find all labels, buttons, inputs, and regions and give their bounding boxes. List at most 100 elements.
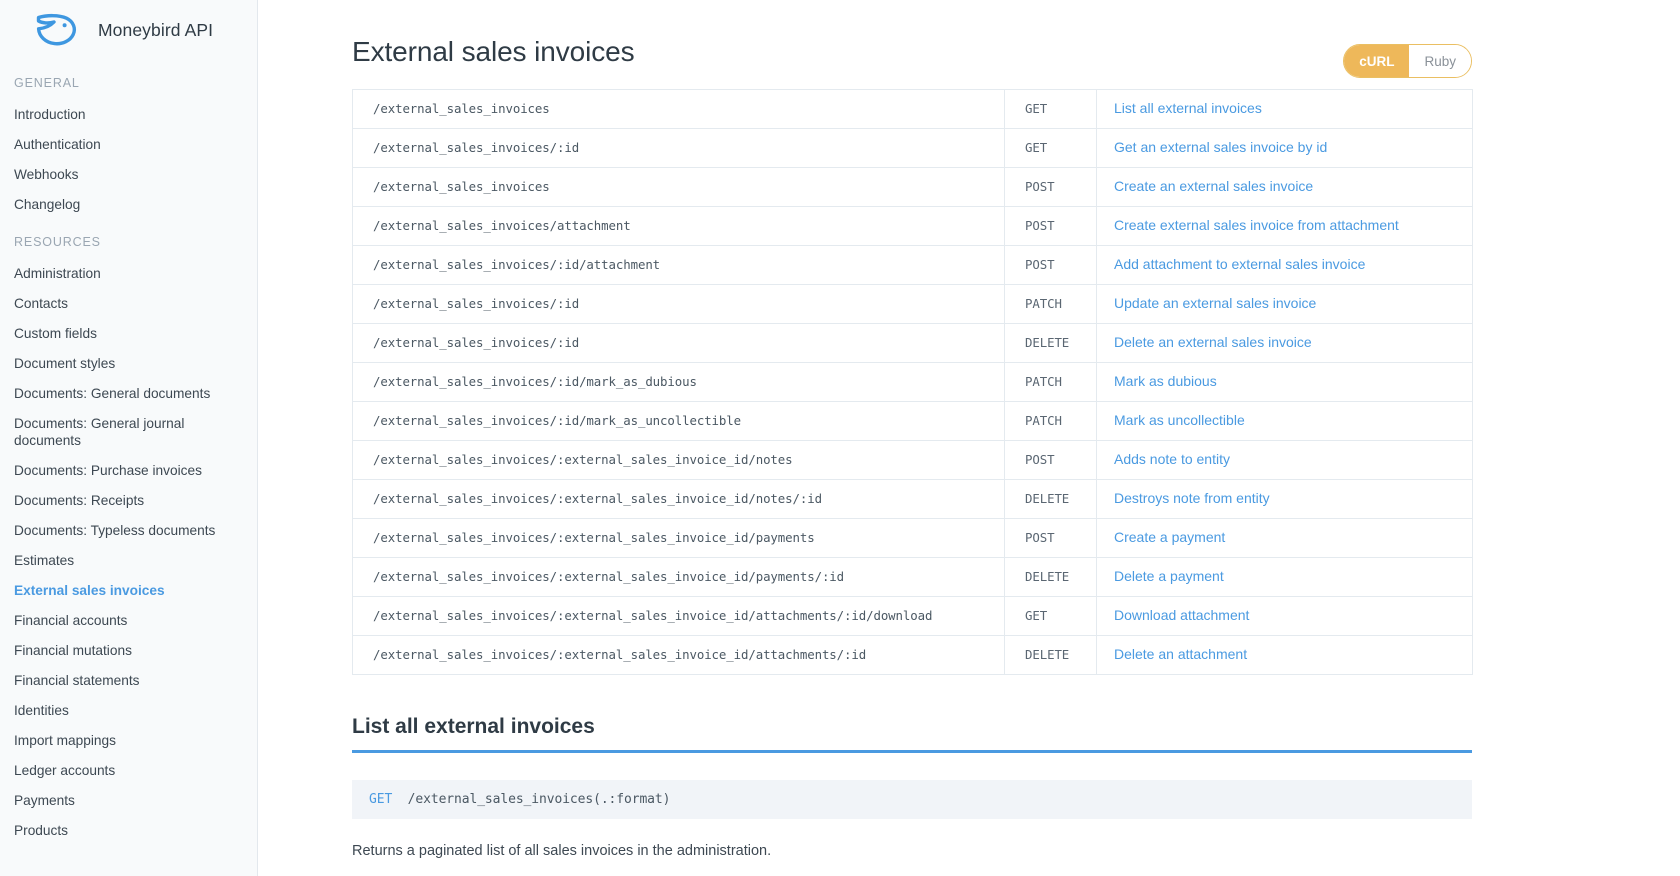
sidebar-nav: GENERAL Introduction Authentication Webh… (0, 64, 257, 849)
endpoint-method-cell: DELETE (1004, 557, 1097, 597)
endpoint-desc-cell: Delete a payment (1097, 558, 1473, 597)
sidebar-item-financial-mutations[interactable]: Financial mutations (0, 635, 257, 665)
code-method: GET (369, 792, 393, 807)
endpoint-path-cell: /external_sales_invoices (352, 167, 1005, 207)
endpoint-link[interactable]: Mark as dubious (1114, 373, 1217, 389)
table-row[interactable]: /external_sales_invoices/:external_sales… (352, 479, 1473, 519)
table-row[interactable]: /external_sales_invoices/:external_sales… (352, 518, 1473, 558)
endpoint-path-cell: /external_sales_invoices/:external_sales… (352, 557, 1005, 597)
sidebar-item-custom-fields[interactable]: Custom fields (0, 318, 257, 348)
table-row[interactable]: /external_sales_invoices/:id DELETE Dele… (352, 323, 1473, 363)
endpoint-link[interactable]: Delete an external sales invoice (1114, 334, 1312, 350)
endpoint-link[interactable]: Get an external sales invoice by id (1114, 139, 1327, 155)
endpoint-method-cell: PATCH (1004, 362, 1097, 402)
endpoint-method-cell: DELETE (1004, 635, 1097, 675)
endpoint-path-cell: /external_sales_invoices/:external_sales… (352, 635, 1005, 675)
code-path: /external_sales_invoices(.:format) (407, 792, 671, 807)
brand-title: Moneybird API (98, 19, 214, 40)
endpoint-desc-cell: Get an external sales invoice by id (1097, 129, 1473, 168)
endpoint-link[interactable]: Mark as uncollectible (1114, 412, 1245, 428)
sidebar-item-introduction[interactable]: Introduction (0, 99, 257, 129)
endpoint-desc-cell: Delete an external sales invoice (1097, 324, 1473, 363)
endpoint-method-cell: DELETE (1004, 323, 1097, 363)
endpoint-desc-cell: Delete an attachment (1097, 636, 1473, 675)
endpoint-path-cell: /external_sales_invoices/:external_sales… (352, 596, 1005, 636)
sidebar-item-documents-typeless-documents[interactable]: Documents: Typeless documents (0, 515, 257, 545)
endpoint-link[interactable]: Create an external sales invoice (1114, 178, 1313, 194)
endpoint-desc-cell: Add attachment to external sales invoice (1097, 246, 1473, 285)
endpoint-link[interactable]: Adds note to entity (1114, 451, 1230, 467)
table-row[interactable]: /external_sales_invoices/:external_sales… (352, 440, 1473, 480)
endpoint-desc-cell: List all external invoices (1097, 90, 1473, 129)
endpoint-path-cell: /external_sales_invoices/:id (352, 128, 1005, 168)
app-root: Moneybird API GENERAL Introduction Authe… (0, 0, 1680, 876)
sidebar-item-changelog[interactable]: Changelog (0, 189, 257, 219)
table-row[interactable]: /external_sales_invoices/:id/attachment … (352, 245, 1473, 285)
brand[interactable]: Moneybird API (0, 0, 257, 64)
endpoint-method-cell: POST (1004, 206, 1097, 246)
endpoint-link[interactable]: Delete an attachment (1114, 646, 1247, 662)
sidebar-item-products[interactable]: Products (0, 815, 257, 845)
table-row[interactable]: /external_sales_invoices/attachment POST… (352, 206, 1473, 246)
sidebar-item-external-sales-invoices[interactable]: External sales invoices (0, 575, 257, 605)
endpoint-path-cell: /external_sales_invoices/:id/mark_as_unc… (352, 401, 1005, 441)
endpoint-method-cell: POST (1004, 167, 1097, 207)
endpoint-path-cell: /external_sales_invoices/:id (352, 323, 1005, 363)
sidebar-item-documents-receipts[interactable]: Documents: Receipts (0, 485, 257, 515)
endpoint-link[interactable]: Download attachment (1114, 607, 1249, 623)
endpoint-method-cell: PATCH (1004, 401, 1097, 441)
endpoint-link[interactable]: Destroys note from entity (1114, 490, 1270, 506)
table-row[interactable]: /external_sales_invoices/:external_sales… (352, 596, 1473, 636)
table-row[interactable]: /external_sales_invoices/:id/mark_as_unc… (352, 401, 1473, 441)
sidebar-item-document-styles[interactable]: Document styles (0, 348, 257, 378)
table-row[interactable]: /external_sales_invoices/:id/mark_as_dub… (352, 362, 1473, 402)
table-row[interactable]: /external_sales_invoices/:id PATCH Updat… (352, 284, 1473, 324)
endpoint-desc-cell: Update an external sales invoice (1097, 285, 1473, 324)
endpoint-path-cell: /external_sales_invoices/:external_sales… (352, 440, 1005, 480)
endpoint-link[interactable]: Create a payment (1114, 529, 1225, 545)
sidebar-item-documents-general-documents[interactable]: Documents: General documents (0, 378, 257, 408)
endpoint-path-cell: /external_sales_invoices (352, 89, 1005, 129)
tab-ruby[interactable]: Ruby (1409, 45, 1471, 77)
sidebar-item-identities[interactable]: Identities (0, 695, 257, 725)
table-row[interactable]: /external_sales_invoices/:external_sales… (352, 557, 1473, 597)
endpoint-method-cell: PATCH (1004, 284, 1097, 324)
sidebar-item-authentication[interactable]: Authentication (0, 129, 257, 159)
sidebar-item-ledger-accounts[interactable]: Ledger accounts (0, 755, 257, 785)
sidebar-item-administration[interactable]: Administration (0, 258, 257, 288)
endpoint-path-cell: /external_sales_invoices/attachment (352, 206, 1005, 246)
main-content: External sales invoices cURL Ruby /exter… (258, 0, 1680, 876)
tab-curl[interactable]: cURL (1344, 45, 1410, 77)
table-row[interactable]: /external_sales_invoices/:id GET Get an … (352, 128, 1473, 168)
table-row[interactable]: /external_sales_invoices POST Create an … (352, 167, 1473, 207)
endpoint-desc-cell: Create external sales invoice from attac… (1097, 207, 1473, 246)
endpoint-method-cell: POST (1004, 440, 1097, 480)
endpoint-desc-cell: Destroys note from entity (1097, 480, 1473, 519)
sidebar-item-estimates[interactable]: Estimates (0, 545, 257, 575)
endpoint-method-cell: DELETE (1004, 479, 1097, 519)
language-toggle[interactable]: cURL Ruby (1343, 44, 1472, 78)
endpoint-link[interactable]: Create external sales invoice from attac… (1114, 217, 1399, 233)
sidebar-item-payments[interactable]: Payments (0, 785, 257, 815)
code-block: GET /external_sales_invoices(.:format) (352, 780, 1472, 819)
endpoint-link[interactable]: Add attachment to external sales invoice (1114, 256, 1365, 272)
endpoint-link[interactable]: Update an external sales invoice (1114, 295, 1316, 311)
endpoint-method-cell: GET (1004, 596, 1097, 636)
table-row[interactable]: /external_sales_invoices GET List all ex… (352, 89, 1473, 129)
bird-logo-icon (36, 13, 77, 46)
sidebar-item-documents-general-journal-documents[interactable]: Documents: General journal documents (0, 408, 257, 455)
sidebar-item-documents-purchase-invoices[interactable]: Documents: Purchase invoices (0, 455, 257, 485)
endpoint-path-cell: /external_sales_invoices/:external_sales… (352, 518, 1005, 558)
nav-heading-general: GENERAL (14, 76, 80, 90)
endpoint-link[interactable]: Delete a payment (1114, 568, 1224, 584)
endpoint-desc-cell: Mark as dubious (1097, 363, 1473, 402)
endpoint-link[interactable]: List all external invoices (1114, 100, 1262, 116)
table-row[interactable]: /external_sales_invoices/:external_sales… (352, 635, 1473, 675)
sidebar-item-webhooks[interactable]: Webhooks (0, 159, 257, 189)
sidebar-item-contacts[interactable]: Contacts (0, 288, 257, 318)
sidebar-item-import-mappings[interactable]: Import mappings (0, 725, 257, 755)
endpoint-desc-cell: Download attachment (1097, 597, 1473, 636)
sidebar-item-financial-statements[interactable]: Financial statements (0, 665, 257, 695)
sidebar-item-financial-accounts[interactable]: Financial accounts (0, 605, 257, 635)
page-title: External sales invoices (352, 36, 635, 67)
